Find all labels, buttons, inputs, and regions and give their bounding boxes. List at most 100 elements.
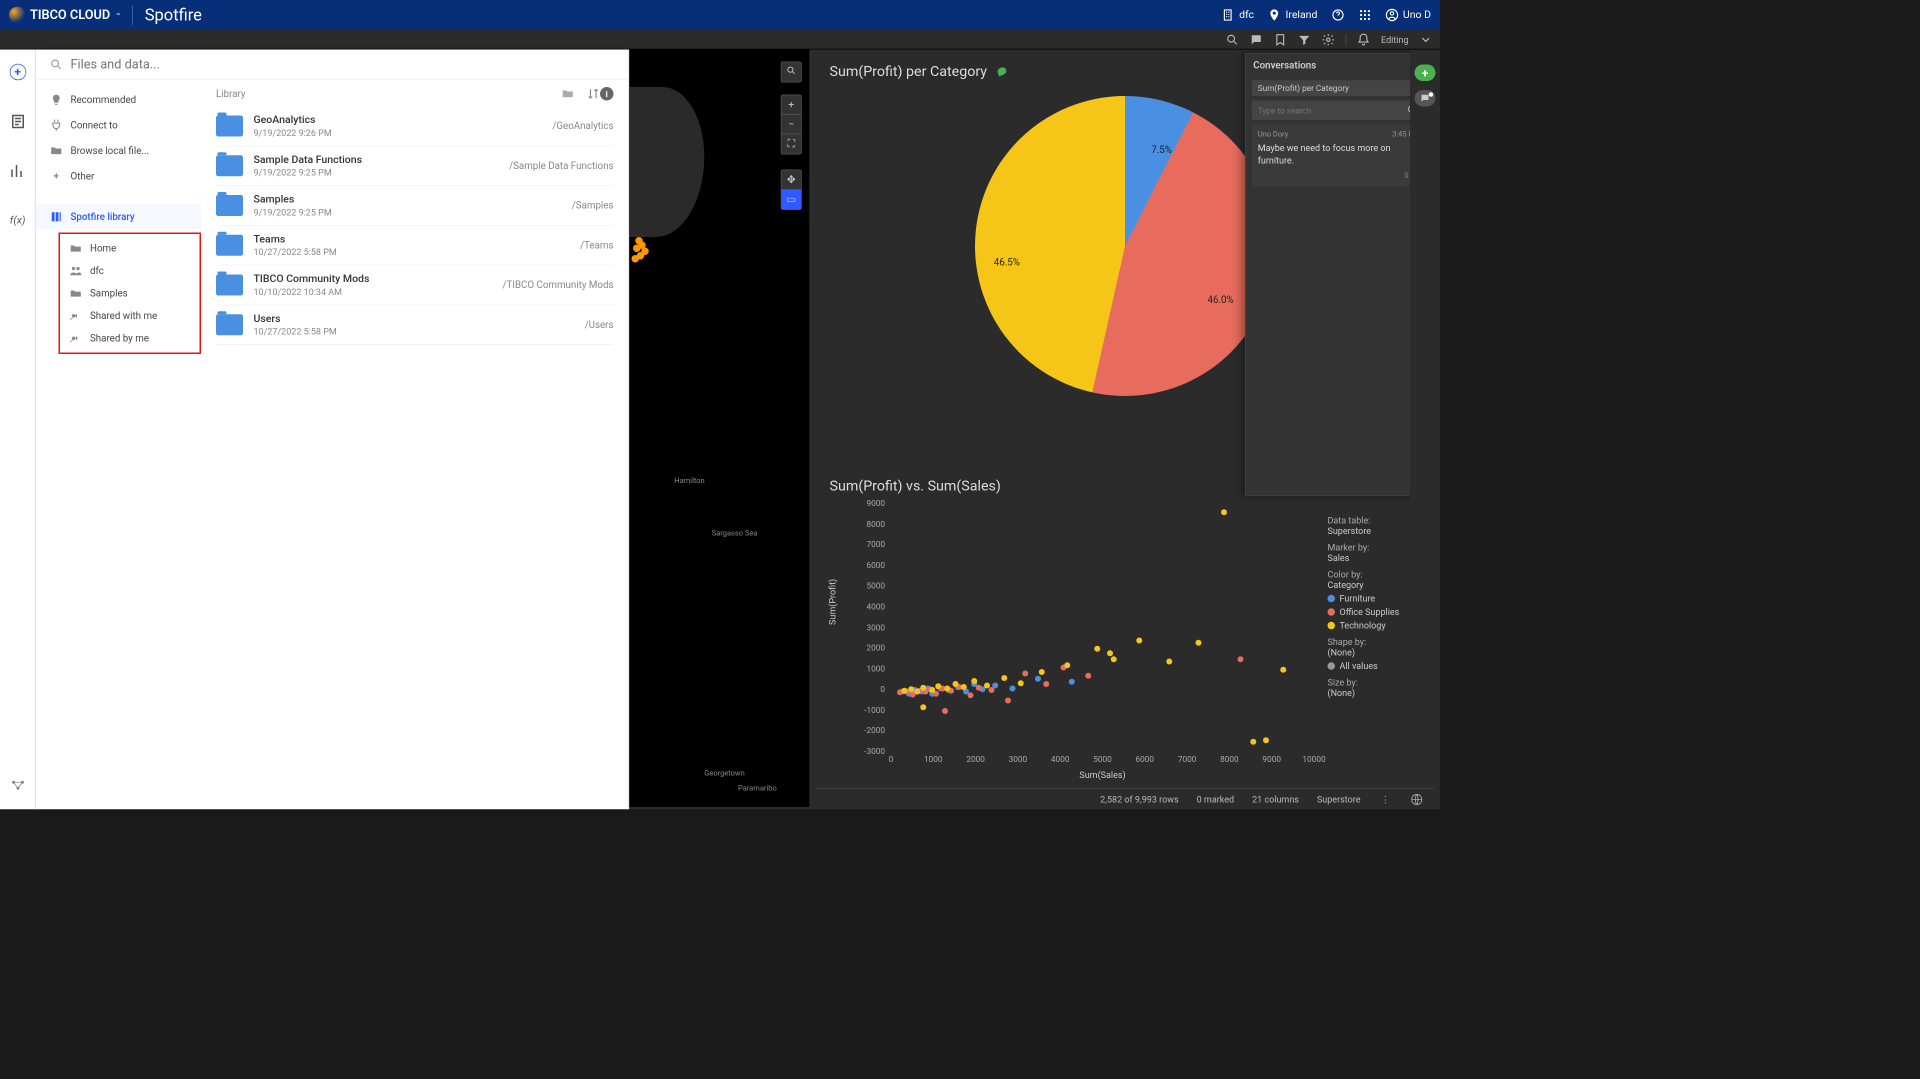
scatter-point[interactable] — [921, 704, 927, 710]
mode-label[interactable]: Editing — [1381, 34, 1408, 45]
nav-other[interactable]: +Other — [36, 164, 201, 190]
scatter-point[interactable] — [1238, 656, 1244, 662]
scatter-point[interactable] — [1009, 685, 1015, 691]
lightbulb-icon — [50, 93, 64, 107]
scatter-point[interactable] — [1043, 681, 1049, 687]
nav-samples[interactable]: Samples — [60, 282, 200, 305]
folder-row[interactable]: TIBCO Community Mods10/10/2022 10:34 AM/… — [216, 266, 614, 306]
map-visualization[interactable]: + − ⛶ ✥ ▭ Hamilton Sargasso Sea Paramari… — [629, 50, 809, 808]
scatter-point[interactable] — [942, 708, 948, 714]
scatter-point[interactable] — [1263, 737, 1269, 743]
nav-recommended[interactable]: Recommended — [36, 87, 201, 113]
nav-dfc[interactable]: dfc — [60, 260, 200, 283]
org-switcher[interactable]: dfc — [1221, 8, 1254, 22]
conversations-toggle[interactable] — [1415, 90, 1436, 107]
scatter-title: Sum(Profit) vs. Sum(Sales) — [830, 477, 1001, 494]
conversation-indicator-icon[interactable] — [997, 66, 1008, 76]
nav-shared-by-me[interactable]: Shared by me — [60, 327, 200, 350]
scatter-point[interactable] — [1005, 698, 1011, 704]
scatter-point[interactable] — [1107, 650, 1113, 656]
list-title: Library — [216, 88, 246, 99]
scatter-point[interactable] — [1022, 671, 1028, 677]
folder-row[interactable]: Samples9/19/2022 9:25 PM/Samples — [216, 186, 614, 226]
brand-logo[interactable]: TIBCO CLOUD™ — [9, 7, 120, 24]
conversation-context-select[interactable]: Sum(Profit) per Category▾ — [1252, 80, 1426, 96]
scatter-chart-panel[interactable]: Sum(Profit) vs. Sum(Sales) Sum(Profit) -… — [816, 468, 1434, 784]
folder-row[interactable]: Sample Data Functions9/19/2022 9:25 PM/S… — [216, 146, 614, 186]
scatter-point[interactable] — [1111, 656, 1117, 662]
y-axis-label: Sum(Profit) — [827, 578, 838, 624]
functions-button[interactable]: f(x) — [9, 212, 27, 230]
scatter-point[interactable] — [1166, 658, 1172, 664]
scatter-point[interactable] — [1069, 679, 1075, 685]
conversation-message[interactable]: Uno Dory3:45 PM Maybe we need to focus m… — [1252, 125, 1426, 186]
scatter-point[interactable] — [1196, 640, 1202, 646]
region-switcher[interactable]: Ireland — [1268, 8, 1318, 22]
folder-row[interactable]: GeoAnalytics9/19/2022 9:26 PM/GeoAnalyti… — [216, 107, 614, 147]
folder-icon — [50, 144, 64, 158]
zoom-reset-button[interactable]: ⛶ — [782, 134, 802, 154]
nav-shared-with-me[interactable]: Shared with me — [60, 305, 200, 328]
rect-select-button[interactable]: ▭ — [782, 190, 802, 210]
filter-icon[interactable] — [1298, 33, 1312, 47]
scatter-point[interactable] — [1251, 739, 1257, 745]
chevron-down-icon[interactable] — [1419, 33, 1433, 47]
folder-row[interactable]: Users10/27/2022 5:58 PM/Users — [216, 305, 614, 345]
nav-browse[interactable]: Browse local file... — [36, 138, 201, 164]
bell-icon[interactable] — [1357, 33, 1371, 47]
location-icon — [1268, 8, 1282, 22]
map-search-button[interactable] — [782, 62, 802, 82]
scatter-point[interactable] — [1094, 646, 1100, 652]
search-icon[interactable] — [1226, 33, 1240, 47]
scatter-point[interactable] — [944, 686, 950, 692]
more-icon[interactable]: ⋮ — [1379, 792, 1393, 806]
header-bar: TIBCO CLOUD™ Spotfire dfc Ireland Uno D — [0, 0, 1440, 30]
new-conversation-button[interactable]: + — [1415, 65, 1436, 82]
visualizations-button[interactable] — [9, 162, 27, 180]
settings-icon[interactable] — [1322, 33, 1336, 47]
zoom-in-button[interactable]: + — [782, 95, 802, 115]
folder-icon — [216, 195, 243, 216]
map-select-control: ✥ ▭ — [781, 170, 802, 211]
bookmark-icon[interactable] — [1274, 33, 1288, 47]
pie-chart[interactable] — [975, 96, 1275, 396]
add-button[interactable]: + — [9, 63, 27, 81]
scatter-point[interactable] — [1136, 638, 1142, 644]
sort-icon[interactable] — [587, 87, 601, 101]
scatter-point[interactable] — [908, 686, 914, 692]
conversation-search-input[interactable] — [1258, 105, 1402, 115]
status-table[interactable]: Superstore — [1317, 794, 1361, 805]
pan-button[interactable]: ✥ — [782, 170, 802, 190]
scatter-point[interactable] — [952, 681, 958, 687]
scatter-point[interactable] — [1001, 675, 1007, 681]
comment-icon[interactable] — [1250, 33, 1264, 47]
scatter-point[interactable] — [1280, 667, 1286, 673]
scatter-plot[interactable]: Sum(Profit) -3000-2000-10000100020003000… — [846, 503, 1314, 781]
scatter-point[interactable] — [1221, 509, 1227, 515]
apps-button[interactable] — [1358, 8, 1372, 22]
scatter-point[interactable] — [1035, 676, 1041, 682]
new-folder-icon[interactable] — [561, 87, 575, 101]
data-canvas-button[interactable] — [9, 776, 27, 794]
pages-button[interactable] — [9, 113, 27, 131]
help-button[interactable] — [1331, 8, 1345, 22]
left-rail: + f(x) — [0, 50, 36, 810]
scatter-point[interactable] — [1018, 680, 1024, 686]
nav-connect[interactable]: Connect to — [36, 113, 201, 139]
info-icon[interactable]: i — [600, 87, 614, 101]
search-input[interactable] — [71, 57, 616, 72]
scatter-point[interactable] — [988, 687, 994, 693]
user-menu[interactable]: Uno D — [1385, 8, 1431, 22]
folder-icon — [216, 314, 243, 335]
nav-home[interactable]: Home — [60, 237, 200, 260]
scatter-point[interactable] — [1064, 663, 1070, 669]
scatter-point[interactable] — [1039, 669, 1045, 675]
zoom-out-button[interactable]: − — [782, 115, 802, 135]
nav-spotfire-library[interactable]: Spotfire library — [36, 204, 201, 230]
scatter-point[interactable] — [967, 692, 973, 698]
scatter-point[interactable] — [976, 685, 982, 691]
scatter-point[interactable] — [984, 682, 990, 688]
folder-row[interactable]: Teams10/27/2022 5:58 PM/Teams — [216, 226, 614, 266]
globe-icon[interactable] — [1410, 792, 1424, 806]
scatter-point[interactable] — [1086, 673, 1092, 679]
